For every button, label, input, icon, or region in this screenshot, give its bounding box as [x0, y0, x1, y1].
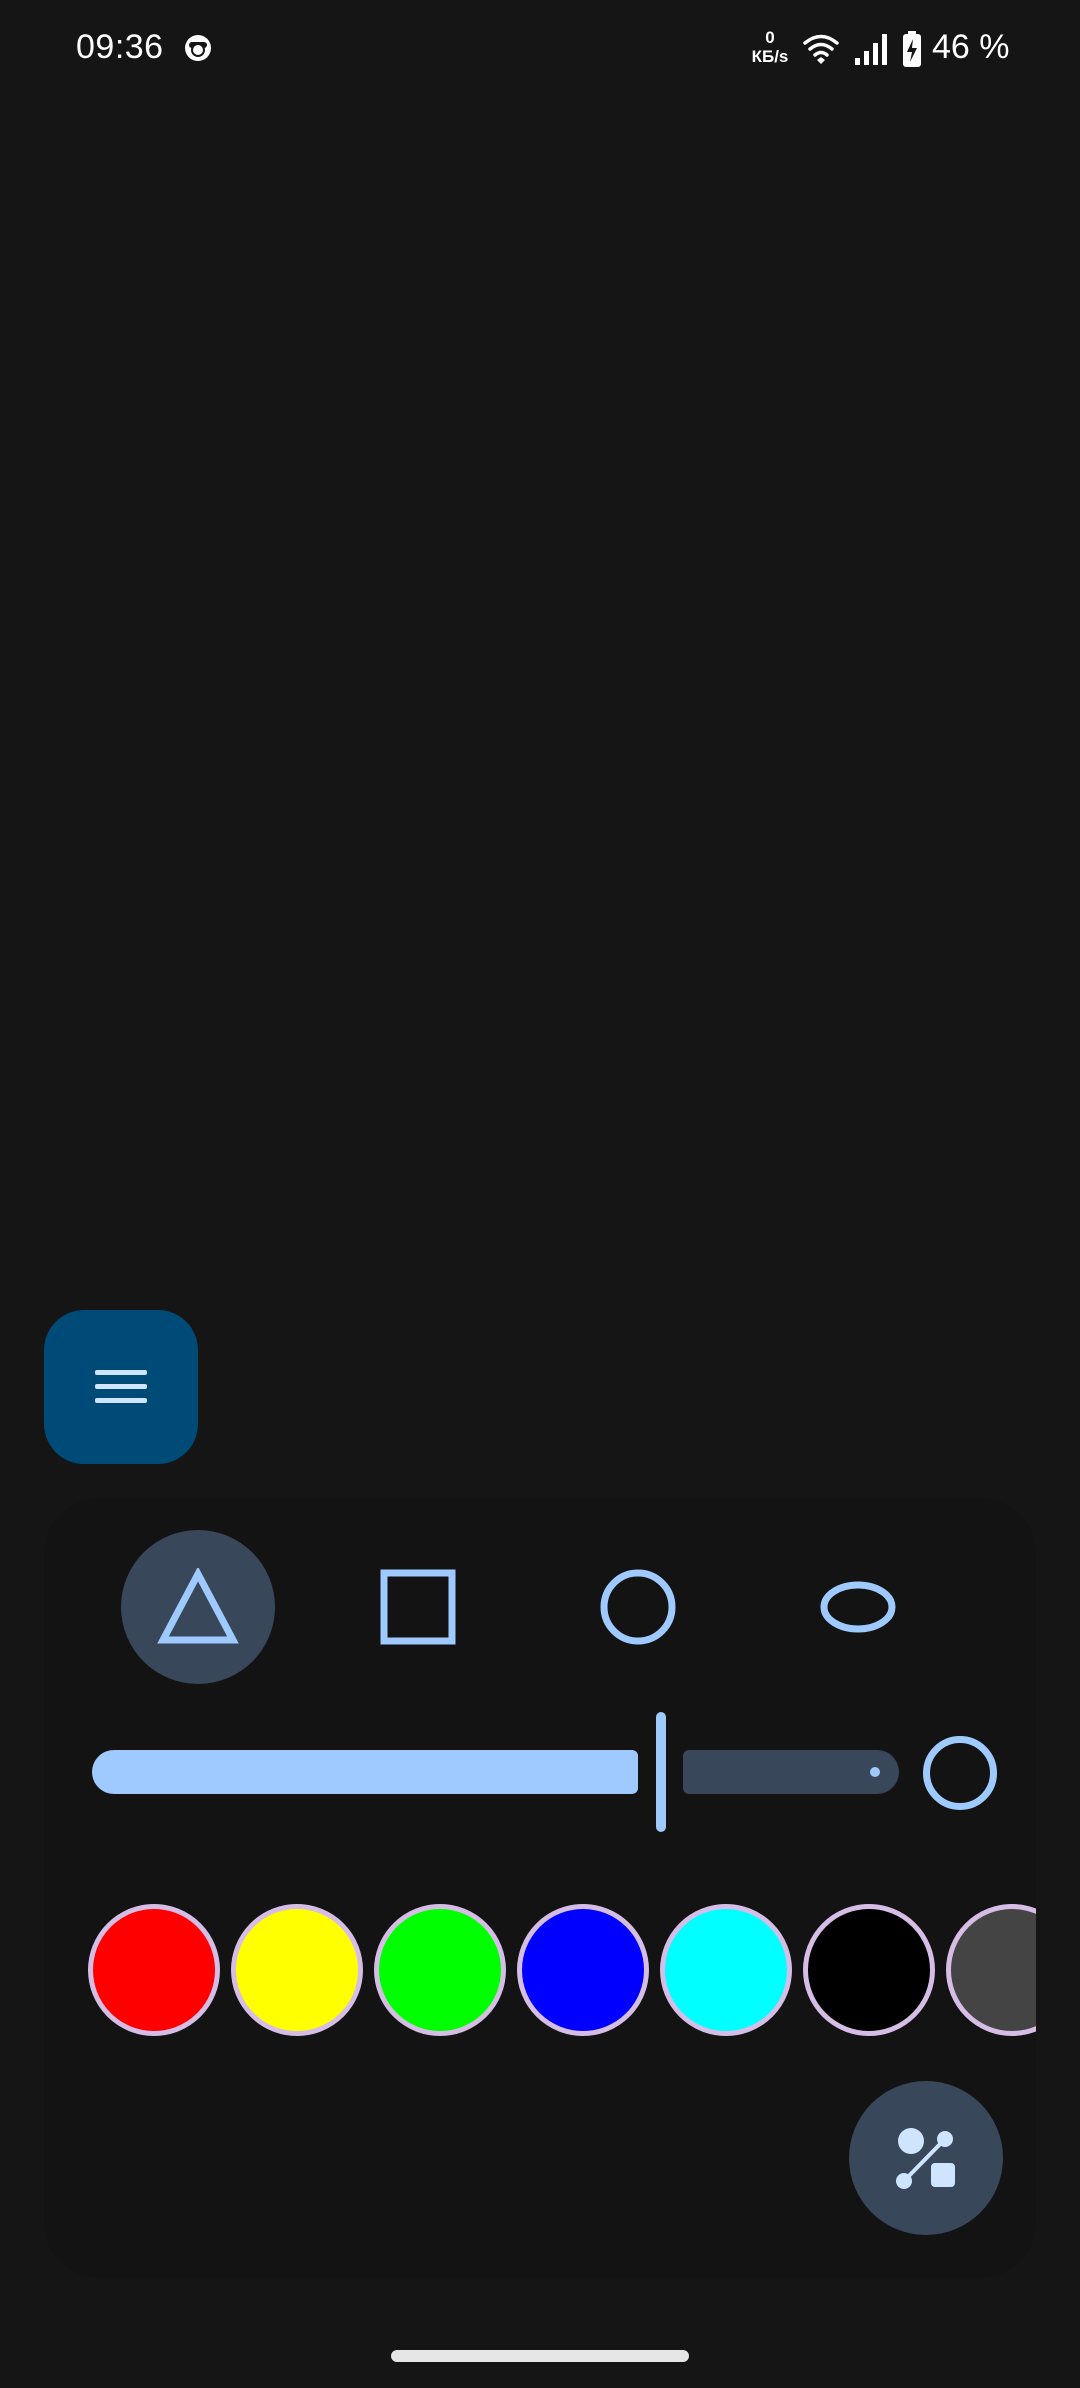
menu-button[interactable]: [44, 1310, 198, 1464]
color-swatch-red[interactable]: [88, 1904, 220, 2036]
shape-square-button[interactable]: [341, 1530, 495, 1684]
triangle-icon: [157, 1568, 239, 1644]
shape-triangle-button[interactable]: [121, 1530, 275, 1684]
color-palette: [86, 1900, 1036, 2040]
shape-ellipse-button[interactable]: [781, 1530, 935, 1684]
color-swatch-green[interactable]: [374, 1904, 506, 2036]
wifi-icon: [803, 34, 839, 64]
ellipse-icon: [820, 1581, 896, 1633]
menu-icon: [95, 1370, 147, 1403]
color-swatch-black[interactable]: [803, 1904, 935, 2036]
status-time: 09:36: [76, 28, 164, 66]
shapes-tool-button[interactable]: [849, 2081, 1003, 2235]
slider-stop-indicator: [870, 1767, 880, 1777]
slider-active-track: [92, 1750, 638, 1794]
network-speed-unit: КБ/s: [751, 47, 789, 66]
gesture-navigation-bar[interactable]: [391, 2350, 689, 2362]
color-swatch-yellow[interactable]: [231, 1904, 363, 2036]
shape-circle-button[interactable]: [561, 1530, 715, 1684]
slider-inactive-track: [683, 1750, 899, 1794]
shapes-tool-icon: [896, 2128, 955, 2189]
network-speed: 0 КБ/s: [748, 28, 792, 66]
color-swatch-dark-gray[interactable]: [946, 1904, 1036, 2036]
battery-charging-icon: [903, 31, 921, 67]
network-speed-value: 0: [765, 28, 775, 47]
color-swatch-blue[interactable]: [517, 1904, 649, 2036]
brush-size-slider[interactable]: [92, 1710, 1000, 1834]
status-bar: 09:36 0 КБ/s 46 %: [0, 0, 1080, 100]
battery-percent: 46 %: [932, 28, 1010, 66]
circle-icon: [600, 1569, 676, 1645]
slider-thumb[interactable]: [656, 1712, 666, 1832]
signal-icon: [855, 34, 887, 65]
size-preview-circle: [923, 1736, 997, 1810]
square-icon: [380, 1569, 456, 1645]
color-swatch-cyan[interactable]: [660, 1904, 792, 2036]
notification-app-icon: [185, 35, 211, 61]
